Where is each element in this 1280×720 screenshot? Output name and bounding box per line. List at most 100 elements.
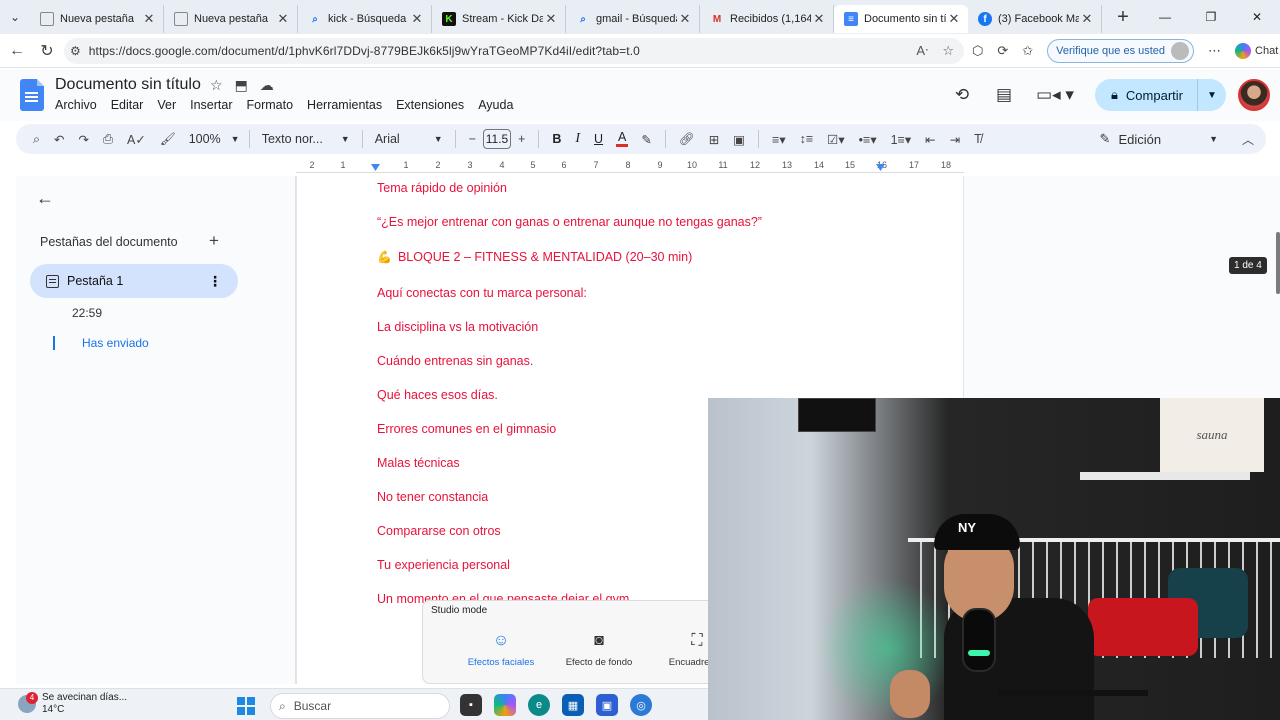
url-text[interactable]: https://docs.google.com/document/d/1phvK… <box>89 44 640 58</box>
spellcheck-icon[interactable]: A✓ <box>120 132 153 147</box>
bulleted-list-icon[interactable]: •≡▾ <box>852 132 884 147</box>
move-folder-icon[interactable]: ⬒ <box>235 77 248 94</box>
windows-start-icon[interactable] <box>237 697 255 715</box>
menu-formato[interactable]: Formato <box>247 98 294 112</box>
new-tab-button[interactable]: + <box>1108 6 1138 29</box>
ruler[interactable]: 2 1 1 2 3 4 5 6 7 8 9 10 11 12 13 14 15 … <box>296 158 964 174</box>
numbered-list-icon[interactable]: 1≡▾ <box>884 132 919 147</box>
document-title[interactable]: Documento sin título <box>55 76 201 94</box>
search-menus-icon[interactable]: ⌕ <box>26 132 47 147</box>
star-icon[interactable]: ☆ <box>210 77 223 94</box>
add-tab-icon[interactable]: + <box>209 231 219 251</box>
account-avatar[interactable] <box>1238 79 1270 111</box>
browser-tab[interactable]: Nueva pestaña ✕ <box>164 5 298 33</box>
close-tab-icon[interactable]: ✕ <box>409 11 425 27</box>
redo-icon[interactable]: ↷ <box>72 132 96 147</box>
highlight-icon[interactable]: ✎ <box>634 132 658 147</box>
undo-icon[interactable]: ↶ <box>47 132 71 147</box>
browser-tab[interactable]: ⌕ gmail - Búsqueda ✕ <box>566 5 700 33</box>
zoom-select[interactable]: 100% ▼ <box>183 132 243 146</box>
docs-logo-icon[interactable] <box>20 79 44 111</box>
insert-image-icon[interactable]: ▣ <box>726 132 752 147</box>
more-options-icon[interactable]: ⋯ <box>1208 43 1221 59</box>
menu-archivo[interactable]: Archivo <box>55 98 97 112</box>
editing-mode-select[interactable]: ✎ Edición ▼ <box>1100 131 1218 147</box>
doc-line[interactable]: La disciplina vs la motivación <box>377 320 538 334</box>
doc-line[interactable]: No tener constancia <box>377 490 488 504</box>
maximize-icon[interactable]: ❐ <box>1188 0 1234 34</box>
background-effect-option[interactable]: ◙ Efecto de fondo <box>553 631 645 668</box>
collapse-menus-icon[interactable]: ︿ <box>1242 131 1254 148</box>
browser-tab[interactable]: f (3) Facebook Marke ✕ <box>968 5 1102 33</box>
decrease-font-size-icon[interactable]: − <box>462 132 483 146</box>
print-icon[interactable]: ⎙ <box>96 132 120 147</box>
close-tab-icon[interactable]: ✕ <box>141 11 157 27</box>
minimize-icon[interactable]: — <box>1142 0 1188 34</box>
share-button[interactable]: 🔒︎ Compartir ▼ <box>1095 79 1226 111</box>
favorite-star-icon[interactable]: ☆ <box>942 43 954 59</box>
paint-format-icon[interactable]: 🖌︎ <box>153 132 183 147</box>
menu-extensiones[interactable]: Extensiones <box>396 98 464 112</box>
task-view-icon[interactable]: ▪ <box>460 694 482 716</box>
close-tab-icon[interactable]: ✕ <box>946 11 962 27</box>
weather-widget[interactable]: 4 Se avecinan días... 14°C <box>18 692 127 716</box>
browser-tab[interactable]: Nueva pestaña ✕ <box>30 5 164 33</box>
add-comment-icon[interactable]: ⊞ <box>702 132 726 147</box>
favorites-icon[interactable]: ✩ <box>1022 43 1033 59</box>
copilot-app-icon[interactable] <box>494 694 516 716</box>
text-color-icon[interactable]: A <box>616 131 629 147</box>
increase-font-size-icon[interactable]: + <box>511 132 532 146</box>
scrollbar-thumb[interactable] <box>1276 232 1280 294</box>
checklist-icon[interactable]: ☑▾ <box>820 132 851 147</box>
close-tab-icon[interactable]: ✕ <box>677 11 693 27</box>
outline-item-active[interactable]: Has enviado <box>82 336 149 350</box>
extensions-icon[interactable]: ⬡ <box>972 43 983 59</box>
font-size-input[interactable]: 11.5 <box>483 129 511 149</box>
close-sidebar-back-icon[interactable]: ← <box>36 188 54 209</box>
menu-ver[interactable]: Ver <box>157 98 176 112</box>
doc-line[interactable]: Tu experiencia personal <box>377 558 510 572</box>
tab-actions-chevron-icon[interactable]: ⌄ <box>0 0 30 34</box>
performance-icon[interactable]: ⟳ <box>997 43 1008 59</box>
meet-video-icon[interactable]: ▭◂ ▾ <box>1025 85 1085 105</box>
doc-line[interactable]: Aquí conectas con tu marca personal: <box>377 286 587 300</box>
menu-insertar[interactable]: Insertar <box>190 98 232 112</box>
decrease-indent-icon[interactable]: ⇤ <box>918 132 942 147</box>
copilot-button[interactable]: Chat <box>1235 43 1278 59</box>
insert-link-icon[interactable]: 🔗︎ <box>672 132 702 147</box>
browser-tab[interactable]: ⌕ kick - Búsqueda ✕ <box>298 5 432 33</box>
face-effects-option[interactable]: ☺ Efectos faciales <box>455 631 547 668</box>
browser-tab-active[interactable]: ≡ Documento sin títu ✕ <box>834 5 968 33</box>
reload-icon[interactable]: ↻ <box>32 41 62 61</box>
tab-options-icon[interactable]: ⋮ <box>208 273 222 290</box>
doc-line[interactable]: Malas técnicas <box>377 456 460 470</box>
menu-editar[interactable]: Editar <box>111 98 144 112</box>
bold-icon[interactable]: B <box>545 132 568 146</box>
close-tab-icon[interactable]: ✕ <box>1079 11 1095 27</box>
increase-indent-icon[interactable]: ⇥ <box>943 132 967 147</box>
doc-line[interactable]: Cuándo entrenas sin ganas. <box>377 354 533 368</box>
store-icon[interactable]: ▦ <box>562 694 584 716</box>
site-info-icon[interactable]: ⚙ <box>70 44 81 58</box>
underline-icon[interactable]: U <box>587 132 610 146</box>
cloud-status-icon[interactable]: ☁ <box>260 77 274 94</box>
browser-tab[interactable]: K Stream - Kick Dashb ✕ <box>432 5 566 33</box>
doc-line[interactable]: Tema rápido de opinión <box>377 181 507 195</box>
taskbar-search[interactable]: ⌕ Buscar <box>270 693 450 719</box>
style-select[interactable]: Texto nor... ▼ <box>256 132 356 146</box>
doc-line[interactable]: Compararse con otros <box>377 524 501 538</box>
document-tab-item[interactable]: Pestaña 1 ⋮ <box>30 264 238 298</box>
align-icon[interactable]: ≡▾ <box>765 132 793 147</box>
app-icon[interactable]: ▣ <box>596 694 618 716</box>
doc-line[interactable]: “¿Es mejor entrenar con ganas o entrenar… <box>377 215 762 229</box>
close-tab-icon[interactable]: ✕ <box>543 11 559 27</box>
edge-icon[interactable]: e <box>528 694 550 716</box>
back-icon[interactable]: ← <box>2 42 32 60</box>
browser-tab[interactable]: M Recibidos (1,164) - ✕ <box>700 5 834 33</box>
menu-ayuda[interactable]: Ayuda <box>478 98 513 112</box>
version-history-icon[interactable]: ⟲ <box>941 85 983 105</box>
verify-identity-button[interactable]: Verifique que es usted <box>1047 39 1195 63</box>
font-select[interactable]: Arial ▼ <box>369 132 449 146</box>
close-window-icon[interactable]: ✕ <box>1234 0 1280 34</box>
clear-formatting-icon[interactable]: T̸ <box>967 132 989 146</box>
